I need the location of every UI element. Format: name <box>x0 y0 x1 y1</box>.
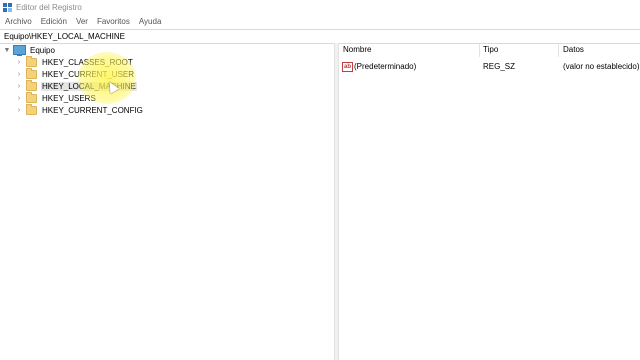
values-pane[interactable]: Nombre Tipo Datos ab (Predeterminado) RE… <box>339 43 640 360</box>
computer-icon <box>13 45 26 56</box>
menu-favoritos[interactable]: Favoritos <box>92 17 134 26</box>
tree-item-label: HKEY_CLASSES_ROOT <box>42 57 133 67</box>
menu-bar: Archivo Edición Ver Favoritos Ayuda <box>0 15 640 28</box>
column-divider[interactable] <box>558 43 559 57</box>
chevron-down-icon[interactable]: ▼ <box>3 47 11 54</box>
tree-root-equipo[interactable]: ▼ Equipo <box>3 44 56 56</box>
tree-pane[interactable]: ▼ Equipo › HKEY_CLASSES_ROOT › HKEY_CURR… <box>0 43 335 360</box>
tree-item-hkey-users[interactable]: › HKEY_USERS <box>15 91 97 104</box>
tree-item-label: HKEY_USERS <box>42 93 96 103</box>
chevron-right-icon[interactable]: › <box>15 95 23 102</box>
tree-item-hkey-current-config[interactable]: › HKEY_CURRENT_CONFIG <box>15 103 144 116</box>
column-header-tipo[interactable]: Tipo <box>483 45 498 54</box>
menu-ver[interactable]: Ver <box>71 17 92 26</box>
folder-icon <box>26 79 37 91</box>
chevron-right-icon[interactable]: › <box>15 83 23 90</box>
chevron-right-icon[interactable]: › <box>15 59 23 66</box>
registry-editor-icon <box>3 3 12 12</box>
title-bar: Editor del Registro <box>0 0 640 15</box>
list-row[interactable]: ab (Predeterminado) REG_SZ (valor no est… <box>339 61 640 73</box>
tree-root-label: Equipo <box>30 45 55 55</box>
string-value-icon: ab <box>342 62 353 72</box>
value-name: (Predeterminado) <box>354 62 417 71</box>
menu-archivo[interactable]: Archivo <box>0 17 36 26</box>
value-data: (valor no establecido) <box>563 62 640 71</box>
folder-icon <box>26 67 37 79</box>
tree-item-label-selected: HKEY_LOCAL_MACHINE <box>41 81 137 91</box>
column-header-nombre[interactable]: Nombre <box>343 45 371 54</box>
window-title: Editor del Registro <box>16 3 82 12</box>
tree-item-hkey-classes-root[interactable]: › HKEY_CLASSES_ROOT <box>15 55 134 68</box>
tree-item-label: HKEY_CURRENT_USER <box>42 69 135 79</box>
column-header-datos[interactable]: Datos <box>563 45 584 54</box>
address-path[interactable]: Equipo\HKEY_LOCAL_MACHINE <box>0 32 125 41</box>
value-type: REG_SZ <box>483 62 516 71</box>
list-header: Nombre Tipo Datos <box>339 43 640 57</box>
tree-item-hkey-current-user[interactable]: › HKEY_CURRENT_USER <box>15 67 135 80</box>
chevron-right-icon[interactable]: › <box>15 107 23 114</box>
chevron-right-icon[interactable]: › <box>15 71 23 78</box>
address-bar[interactable]: Equipo\HKEY_LOCAL_MACHINE <box>0 29 640 44</box>
tree-item-hkey-local-machine[interactable]: › HKEY_LOCAL_MACHINE <box>15 79 137 92</box>
menu-edicion[interactable]: Edición <box>36 17 71 26</box>
column-divider[interactable] <box>479 43 480 57</box>
folder-icon <box>26 55 37 67</box>
menu-ayuda[interactable]: Ayuda <box>134 17 166 26</box>
tree-item-label: HKEY_CURRENT_CONFIG <box>42 105 143 115</box>
folder-icon <box>26 103 37 115</box>
folder-icon <box>26 91 37 103</box>
